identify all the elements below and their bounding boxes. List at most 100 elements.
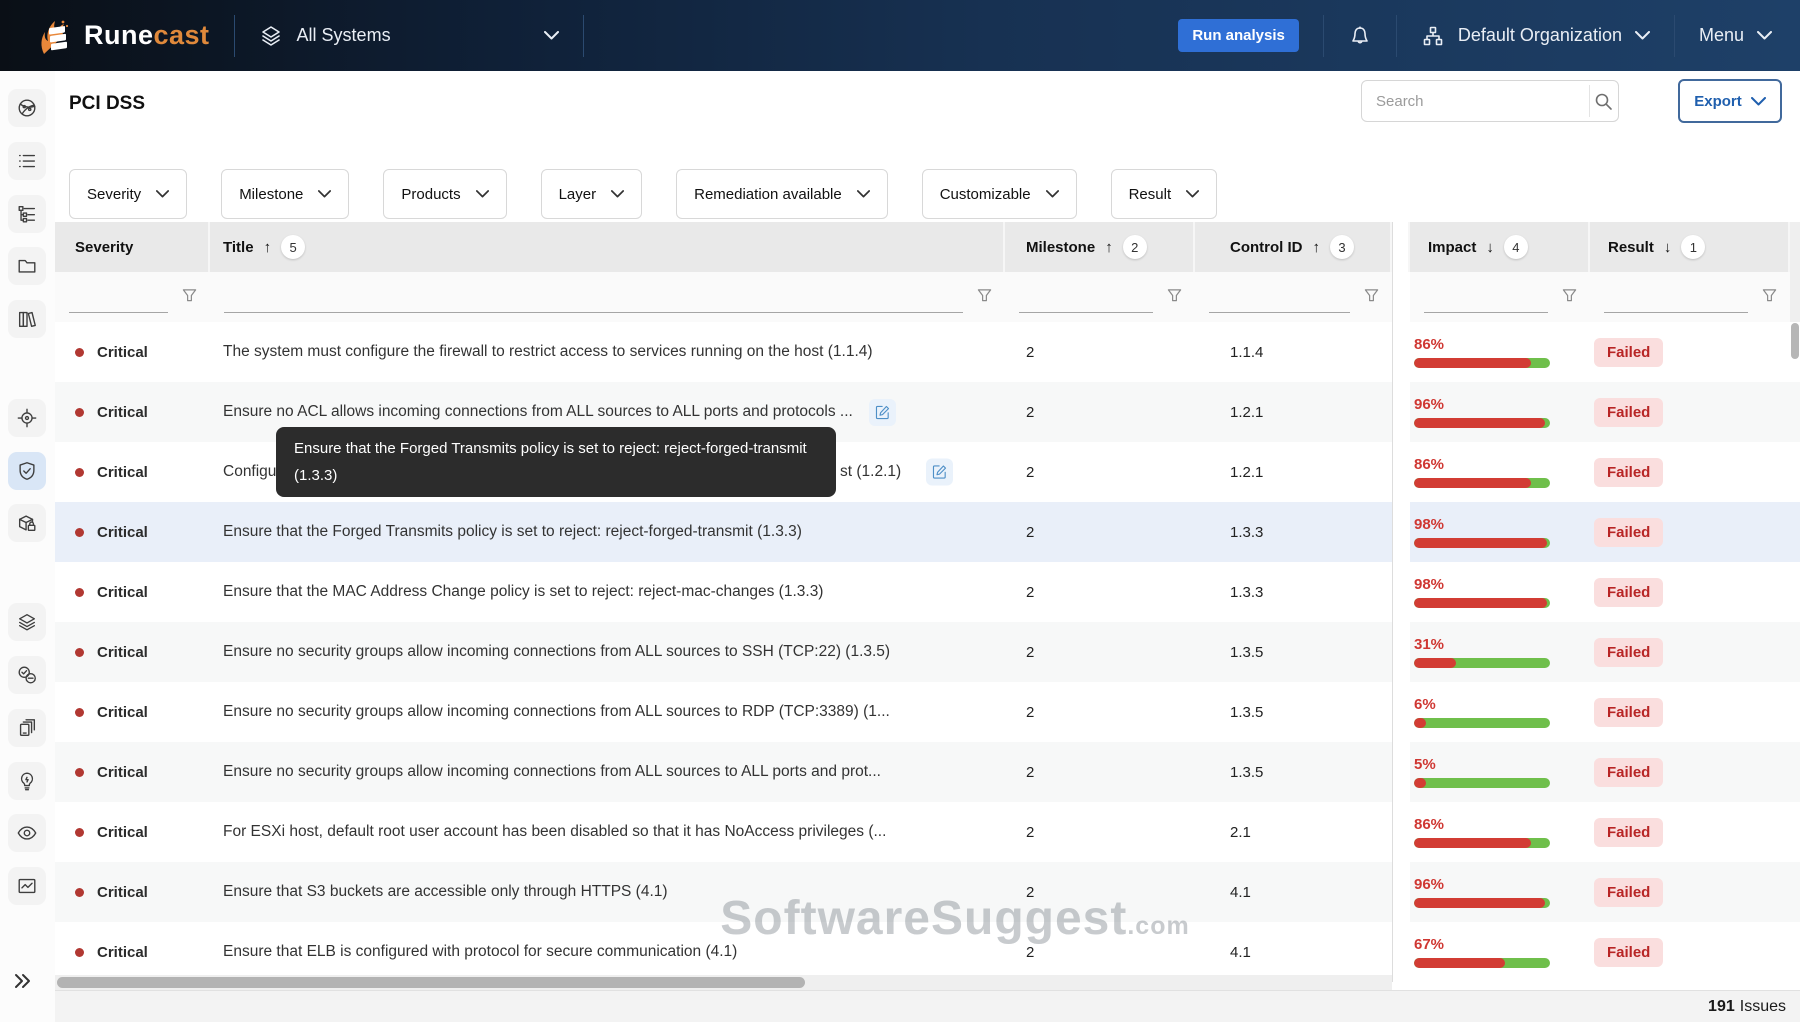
edit-icon-button[interactable]	[868, 398, 896, 426]
column-header-impact[interactable]: Impact ↓ 4	[1410, 222, 1590, 272]
severity-cell: Critical	[55, 442, 210, 502]
table-row[interactable]: Critical Ensure that ELB is configured w…	[55, 922, 1800, 982]
impact-cell: 86%	[1410, 802, 1590, 862]
sidebar-item-reports[interactable]	[8, 867, 46, 905]
result-filter-input[interactable]	[1604, 312, 1748, 313]
table-row[interactable]: Critical Ensure no security groups allow…	[55, 682, 1800, 742]
filter-customizable[interactable]: Customizable	[921, 169, 1077, 219]
filter-remediation-available[interactable]: Remediation available	[676, 169, 888, 219]
funnel-icon[interactable]	[1364, 288, 1379, 303]
impact-percentage: 67%	[1414, 936, 1445, 953]
funnel-icon[interactable]	[977, 288, 992, 303]
sort-asc-icon: ↑	[1312, 238, 1321, 256]
table-row[interactable]: Critical The system must configure the f…	[55, 322, 1800, 382]
control-id-filter-input[interactable]	[1209, 312, 1350, 313]
sidebar-item-list[interactable]	[8, 142, 46, 180]
title-cell: Ensure that the MAC Address Change polic…	[210, 562, 1005, 622]
filter-products[interactable]: Products	[383, 169, 507, 219]
impact-cell: 31%	[1410, 622, 1590, 682]
filter-severity[interactable]: Severity	[69, 169, 188, 219]
title-cell: For ESXi host, default root user account…	[210, 802, 1005, 862]
org-chart-icon	[1423, 26, 1443, 45]
table-row[interactable]: Critical Ensure that the Forged Transmit…	[55, 502, 1800, 562]
table-row[interactable]: Critical Ensure no security groups allow…	[55, 742, 1800, 802]
impact-bar	[1414, 538, 1550, 548]
column-header-control-id[interactable]: Control ID ↑ 3	[1195, 222, 1392, 272]
control-id-cell: 4.1	[1195, 922, 1392, 982]
title-filter-input[interactable]	[224, 312, 963, 313]
sidebar-item-visibility[interactable]	[8, 814, 46, 852]
organization-selector[interactable]: Default Organization	[1421, 24, 1650, 48]
milestone-filter-input[interactable]	[1019, 312, 1153, 313]
impact-percentage: 86%	[1414, 456, 1445, 473]
search-input[interactable]	[1362, 81, 1589, 121]
sort-asc-icon: ↑	[263, 238, 272, 256]
result-cell: Failed	[1590, 562, 1790, 622]
column-header-result[interactable]: Result ↓ 1	[1590, 222, 1790, 272]
search-icon[interactable]	[1590, 81, 1618, 121]
funnel-icon[interactable]	[1762, 288, 1777, 303]
sidebar-item-target[interactable]	[8, 399, 46, 437]
table-row[interactable]: Critical Ensure no security groups allow…	[55, 622, 1800, 682]
severity-filter-cell	[55, 272, 210, 322]
chevron-down-icon	[1186, 190, 1200, 198]
sidebar-item-devices[interactable]	[8, 709, 46, 747]
library-icon	[18, 311, 36, 328]
table-row[interactable]: Critical Ensure that S3 buckets are acce…	[55, 862, 1800, 922]
milestone-cell: 2	[1005, 622, 1195, 682]
sidebar-item-layers[interactable]	[8, 603, 46, 641]
severity-filter-input[interactable]	[69, 312, 168, 313]
severity-cell: Critical	[55, 382, 210, 442]
filter-milestone[interactable]: Milestone	[221, 169, 350, 219]
result-badge: Failed	[1594, 817, 1664, 847]
impact-filter-input[interactable]	[1424, 312, 1548, 313]
impact-bar-fill	[1414, 958, 1506, 968]
vertical-scrollbar-thumb[interactable]	[1791, 323, 1799, 359]
row-scrollbar-strip	[1790, 742, 1800, 802]
horizontal-scrollbar-thumb[interactable]	[57, 977, 805, 988]
title-cell: Ensure no security groups allow incoming…	[210, 742, 1005, 802]
runecast-logo[interactable]: Runecast	[36, 16, 210, 56]
result-cell: Failed	[1590, 802, 1790, 862]
impact-filter-cell	[1410, 272, 1590, 322]
sidebar-item-security-compliance[interactable]	[8, 452, 46, 490]
filter-layer[interactable]: Layer	[540, 169, 643, 219]
chevron-down-icon	[1757, 31, 1772, 40]
title-cell: Ensure that the Forged Transmits policy …	[210, 502, 1005, 562]
column-header-severity[interactable]: Severity	[55, 222, 210, 272]
row-title: Ensure no security groups allow incoming…	[223, 643, 891, 660]
severity-label: Critical	[97, 883, 148, 901]
filter-result[interactable]: Result	[1110, 169, 1218, 219]
funnel-icon[interactable]	[1562, 288, 1577, 303]
notifications-bell-icon[interactable]	[1348, 24, 1372, 48]
sort-order-badge: 2	[1122, 235, 1147, 259]
severity-label: Critical	[97, 823, 148, 841]
sidebar-item-globe[interactable]	[8, 89, 46, 127]
organization-label: Default Organization	[1457, 25, 1622, 45]
funnel-icon[interactable]	[1167, 288, 1182, 303]
shield-check-icon	[19, 462, 35, 480]
sidebar-item-library[interactable]	[8, 300, 46, 338]
sidebar-item-knowledge[interactable]	[8, 762, 46, 800]
edit-icon-button[interactable]	[926, 458, 953, 486]
funnel-icon[interactable]	[182, 288, 197, 303]
run-analysis-button[interactable]: Run analysis	[1178, 19, 1299, 52]
table-row[interactable]: Critical For ESXi host, default root use…	[55, 802, 1800, 862]
export-button[interactable]: Export	[1678, 79, 1782, 123]
table-row[interactable]: Critical Ensure that the MAC Address Cha…	[55, 562, 1800, 622]
column-header-milestone[interactable]: Milestone ↑ 2	[1005, 222, 1195, 272]
sidebar-item-folder[interactable]	[8, 247, 46, 285]
main-content: PCI DSS Export Severity Milestone Produc…	[55, 71, 1800, 1022]
menu-button[interactable]: Menu	[1699, 25, 1772, 46]
result-badge: Failed	[1594, 757, 1664, 787]
severity-label: Critical	[97, 523, 148, 541]
sidebar-item-tree[interactable]	[8, 195, 46, 233]
expand-sidebar-icon[interactable]	[13, 971, 33, 991]
sidebar-item-status[interactable]	[8, 656, 46, 694]
impact-cell: 98%	[1410, 502, 1590, 562]
nav-divider	[1673, 14, 1675, 57]
column-header-title[interactable]: Title ↑ 5	[210, 222, 1005, 272]
sidebar-item-package-security[interactable]	[8, 504, 46, 542]
impact-bar-fill	[1414, 658, 1457, 668]
system-selector[interactable]: All Systems	[259, 24, 559, 48]
